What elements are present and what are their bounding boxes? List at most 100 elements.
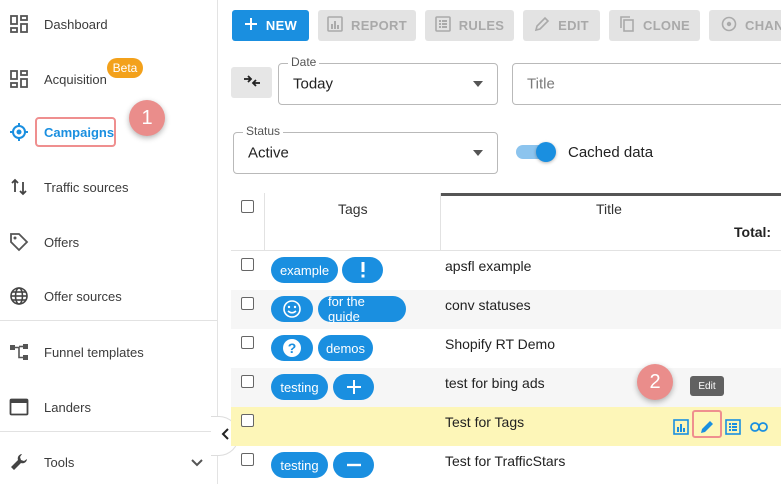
select-all-checkbox[interactable] <box>241 200 254 213</box>
edit-button[interactable]: EDIT <box>523 10 600 41</box>
report-button[interactable]: REPORT <box>318 10 416 41</box>
pencil-icon <box>534 16 550 35</box>
campaign-title[interactable]: apsfl example <box>445 258 531 274</box>
minus-icon[interactable] <box>333 452 374 478</box>
report-button-label: REPORT <box>351 18 407 33</box>
sidebar-divider <box>0 320 217 321</box>
campaigns-table: Tags Title Total: example apsfl example … <box>231 193 781 484</box>
table-row-highlighted[interactable]: Test for Tags <box>231 407 781 446</box>
date-value: Today <box>293 75 334 93</box>
sidebar-item-dashboard[interactable]: Dashboard <box>0 4 217 44</box>
table-row[interactable]: ? demos Shopify RT Demo <box>231 329 781 368</box>
rules-button-label: RULES <box>458 18 505 33</box>
wrench-icon <box>9 452 29 472</box>
target-icon <box>9 122 29 142</box>
campaign-title[interactable]: conv statuses <box>445 297 531 313</box>
tag-chip[interactable]: testing <box>271 452 328 478</box>
funnel-icon <box>9 342 29 362</box>
chevron-down-icon <box>190 455 204 473</box>
campaign-title[interactable]: test for bing ads <box>445 375 545 391</box>
sidebar-item-offers[interactable]: Offers <box>0 222 217 262</box>
plus-icon <box>244 17 258 34</box>
sidebar-item-tools[interactable]: Tools <box>0 442 217 482</box>
plus-icon[interactable] <box>333 374 374 400</box>
sidebar-item-label: Dashboard <box>44 16 108 32</box>
sidebar-item-label: Acquisition <box>44 71 107 87</box>
sidebar-divider <box>0 431 217 432</box>
rules-icon <box>434 16 451 35</box>
tag-chip[interactable]: testing <box>271 374 328 400</box>
row-checkbox[interactable] <box>241 258 254 271</box>
report-icon[interactable] <box>670 416 692 438</box>
globe-icon <box>9 286 29 306</box>
title-input[interactable]: Title <box>512 63 781 105</box>
campaign-title[interactable]: Test for Tags <box>445 414 524 430</box>
exclamation-icon[interactable] <box>342 257 383 283</box>
rules-button[interactable]: RULES <box>425 10 514 41</box>
sidebar-item-label: Offers <box>44 234 80 250</box>
title-placeholder: Title <box>527 75 555 93</box>
edit-button-label: EDIT <box>558 18 589 33</box>
cached-data-toggle[interactable] <box>516 142 558 162</box>
dashboard-icon <box>9 14 29 34</box>
status-select[interactable]: Status Active <box>233 124 498 174</box>
change-button[interactable]: CHAN <box>709 10 781 41</box>
table-row[interactable]: for the guide conv statuses <box>231 290 781 329</box>
header-sort-line <box>441 193 781 196</box>
caret-down-icon <box>473 150 483 156</box>
campaign-title[interactable]: Test for TrafficStars <box>445 453 565 469</box>
app-window: Dashboard Acquisition Beta Campaigns 1 T… <box>0 0 781 484</box>
edit-tooltip: Edit <box>690 376 724 396</box>
sidebar-item-traffic-sources[interactable]: Traffic sources <box>0 167 217 207</box>
sidebar-item-label: Offer sources <box>44 288 122 304</box>
tags-column-header[interactable]: Tags <box>338 201 368 217</box>
row-checkbox[interactable] <box>241 336 254 349</box>
step-1-callout: 1 <box>129 100 165 136</box>
status-value: Active <box>248 144 289 162</box>
rules-icon[interactable] <box>722 416 744 438</box>
cached-data-label: Cached data <box>568 144 654 161</box>
tag-icon <box>9 232 29 252</box>
help-icon[interactable]: ? <box>271 335 313 361</box>
svg-text:?: ? <box>288 340 297 356</box>
sidebar: Dashboard Acquisition Beta Campaigns 1 T… <box>0 0 218 484</box>
target-icon <box>721 16 737 35</box>
row-checkbox[interactable] <box>241 453 254 466</box>
table-row[interactable]: testing Test for TrafficStars <box>231 446 781 484</box>
tag-chip[interactable]: demos <box>318 335 373 361</box>
copy-icon <box>619 16 635 35</box>
toggle-knob <box>536 142 556 162</box>
status-label: Status <box>243 124 284 138</box>
campaign-title[interactable]: Shopify RT Demo <box>445 336 555 352</box>
row-checkbox[interactable] <box>241 375 254 388</box>
date-select[interactable]: Date Today <box>278 55 498 105</box>
sidebar-item-label: Tools <box>44 454 75 470</box>
swap-filter-button[interactable] <box>231 67 272 98</box>
sidebar-item-funnel-templates[interactable]: Funnel templates <box>0 332 217 372</box>
clone-button-label: CLONE <box>643 18 690 33</box>
report-icon <box>327 16 343 35</box>
link-icon[interactable] <box>748 416 770 438</box>
row-checkbox[interactable] <box>241 414 254 427</box>
date-label: Date <box>288 55 320 69</box>
table-row[interactable]: example apsfl example <box>231 251 781 290</box>
title-column-header[interactable]: Title <box>596 201 622 217</box>
caret-down-icon <box>473 81 483 87</box>
sidebar-item-label: Traffic sources <box>44 179 129 195</box>
tag-chip[interactable]: for the guide <box>318 294 406 324</box>
smiley-icon[interactable] <box>271 296 313 322</box>
sidebar-item-label: Landers <box>44 399 91 415</box>
total-label: Total: <box>734 224 772 240</box>
swap-arrows-icon <box>243 74 261 92</box>
row-checkbox[interactable] <box>241 297 254 310</box>
sidebar-item-landers[interactable]: Landers <box>0 387 217 427</box>
table-header: Tags Title Total: <box>231 193 781 251</box>
clone-button[interactable]: CLONE <box>609 10 700 41</box>
sidebar-item-offer-sources[interactable]: Offer sources <box>0 276 217 316</box>
new-button[interactable]: NEW <box>232 10 309 41</box>
sidebar-item-label: Funnel templates <box>44 344 144 360</box>
pencil-icon[interactable] <box>696 416 718 438</box>
column-divider <box>440 193 441 251</box>
tag-chip[interactable]: example <box>271 257 338 283</box>
new-button-label: NEW <box>265 18 298 33</box>
